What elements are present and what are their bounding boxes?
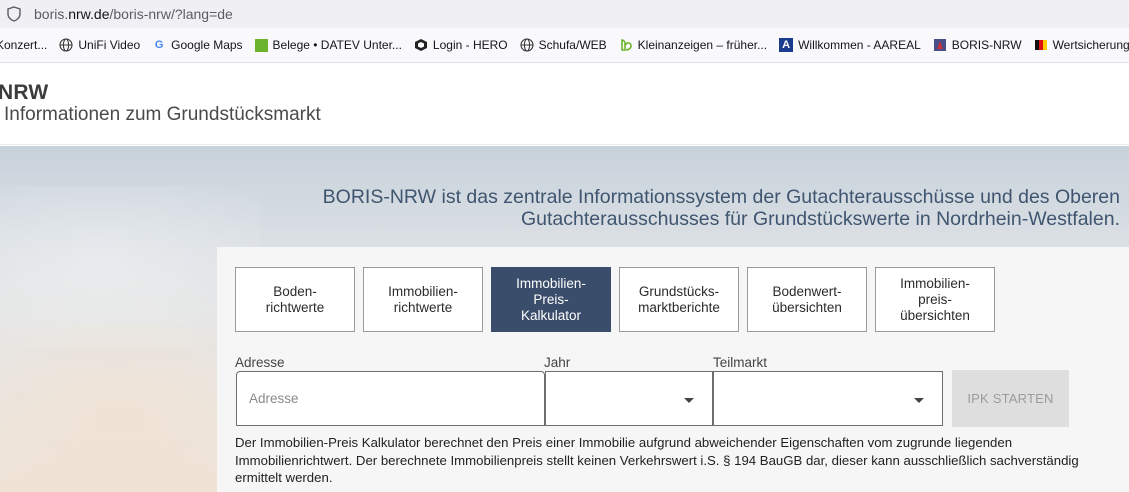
- tile-label: Grundstücks- marktberichte: [638, 283, 720, 315]
- hero-cloud: [0, 326, 240, 492]
- bookmark-aareal[interactable]: A Willkommen - AAREAL: [779, 33, 921, 57]
- submarket-label: Teilmarkt: [713, 355, 768, 370]
- tile-label: Bodenwert- übersichten: [772, 283, 842, 315]
- url-path: /boris-nrw/?lang=de: [109, 6, 233, 22]
- bookmark-hero[interactable]: Login - HERO: [414, 33, 508, 57]
- tagline-line: BORIS-NRW ist das zentrale Informationss…: [322, 186, 1120, 208]
- site-subtitle: Informationen zum Grundstücksmarkt: [4, 104, 321, 125]
- bookmark-label: Willkommen - AAREAL: [798, 38, 921, 52]
- globe-icon: [520, 38, 534, 52]
- bookmark-label: UniFi Video: [78, 38, 141, 52]
- bookmark-label: Google Maps: [171, 38, 243, 52]
- hero-tagline: BORIS-NRW ist das zentrale Informationss…: [240, 186, 1120, 230]
- hero-icon: [414, 39, 427, 51]
- bookmark-schufa[interactable]: Schufa/WEB: [520, 33, 607, 57]
- tile-immobilienrichtwerte[interactable]: Immobilien- richtwerte: [363, 267, 483, 332]
- bookmark-unifi-video[interactable]: UniFi Video: [59, 33, 140, 57]
- chevron-down-icon: [684, 398, 694, 403]
- year-label: Jahr: [544, 355, 571, 370]
- address-input[interactable]: [236, 371, 545, 426]
- bookmark-label: BORIS-NRW: [951, 38, 1022, 52]
- shield-icon[interactable]: [6, 6, 22, 22]
- url-host: nrw.de: [68, 6, 110, 22]
- site-title[interactable]: NRW: [0, 81, 48, 105]
- bookmark-label: Login - HERO: [432, 38, 508, 52]
- tile-bodenrichtwerte[interactable]: Boden- richtwerte: [235, 267, 355, 332]
- bookmark-kleinanzeigen[interactable]: Kleinanzeigen – früher...: [619, 33, 767, 57]
- chevron-down-icon: [914, 398, 924, 403]
- bookmark-boris-nrw[interactable]: BORIS-NRW: [933, 33, 1022, 57]
- tile-grundstuecksmarktberichte[interactable]: Grundstücks- marktberichte: [619, 267, 739, 332]
- bookmark-label: Konzert...: [0, 38, 48, 52]
- calculator-description: Der Immobilien-Preis Kalkulator berechne…: [235, 435, 1079, 485]
- bookmark-wertsicherung[interactable]: Wertsicherungs: [1034, 33, 1129, 57]
- kleinanzeigen-icon: [620, 39, 632, 51]
- google-icon: G: [154, 39, 164, 51]
- site-header: NRW Informationen zum Grundstücksmarkt: [0, 63, 1129, 145]
- aareal-icon: A: [779, 38, 794, 52]
- ipk-start-button[interactable]: IPK STARTEN: [952, 370, 1069, 427]
- bookmark-datev[interactable]: Belege • DATEV Unter...: [254, 33, 402, 57]
- year-select[interactable]: [545, 371, 713, 426]
- tagline-line: Gutachterausschusses für Grundstückswert…: [521, 208, 1120, 230]
- bookmark-label: Kleinanzeigen – früher...: [637, 38, 768, 52]
- bookmarks-bar: Konzert... UniFi Video G Google Maps Bel…: [0, 28, 1129, 63]
- tile-label: Boden- richtwerte: [265, 283, 325, 315]
- bookmark-label: Schufa/WEB: [538, 38, 607, 52]
- bookmark-google-maps[interactable]: G Google Maps: [152, 33, 243, 57]
- bookmark-konzert[interactable]: Konzert...: [0, 33, 47, 57]
- tile-immobilienpreisuebersichten[interactable]: Immobilien- preis- übersichten: [875, 267, 995, 332]
- address-bar[interactable]: boris. nrw.de/boris-nrw/?lang=de: [0, 0, 1129, 28]
- tile-immobilien-preis-kalkulator[interactable]: Immobilien- Preis- Kalkulator: [491, 267, 611, 332]
- url-prefix: boris.: [34, 6, 69, 22]
- bookmark-label: Wertsicherungs: [1052, 38, 1129, 52]
- bookmark-label: Belege • DATEV Unter...: [272, 38, 402, 52]
- globe-icon: [59, 38, 73, 52]
- submarket-select[interactable]: [713, 371, 943, 426]
- address-label: Adresse: [235, 355, 285, 370]
- tile-bodenwertuebersichten[interactable]: Bodenwert- übersichten: [747, 267, 867, 332]
- datev-icon: [254, 38, 268, 52]
- tile-label: Immobilien- Preis- Kalkulator: [516, 275, 586, 323]
- flag-icon: [1034, 40, 1047, 50]
- tile-label: Immobilien- preis- übersichten: [900, 275, 970, 323]
- tile-label: Immobilien- richtwerte: [388, 283, 458, 315]
- boris-icon: [933, 39, 946, 51]
